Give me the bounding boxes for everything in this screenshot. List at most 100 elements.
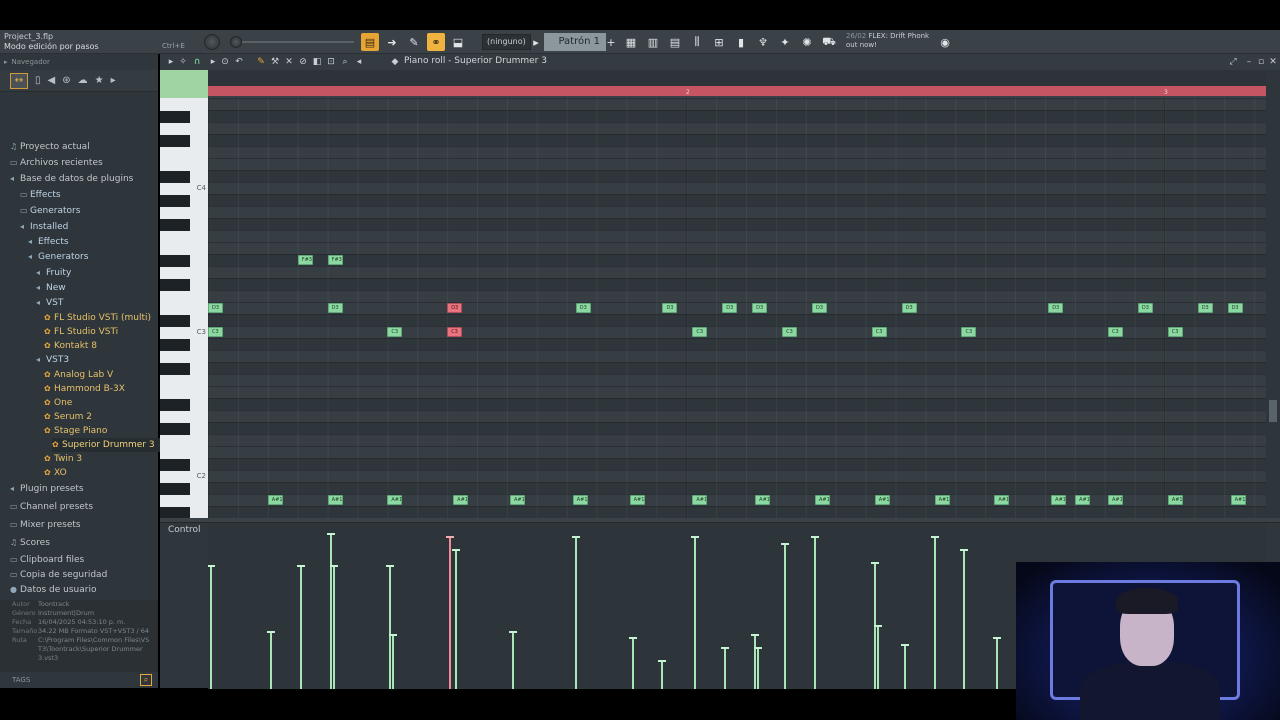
velocity-bar[interactable] — [873, 624, 882, 689]
midi-note[interactable]: A#1 — [934, 495, 950, 505]
midi-note[interactable]: F#3 — [327, 255, 343, 265]
velocity-bar[interactable] — [781, 542, 790, 689]
velocity-bar[interactable] — [571, 536, 580, 689]
plugin-icon[interactable]: ▮ — [732, 33, 750, 51]
velocity-bar[interactable] — [993, 637, 1002, 689]
file-icon[interactable]: ▯ — [35, 75, 41, 86]
midi-note[interactable]: A#1 — [692, 495, 708, 505]
velocity-bar[interactable] — [389, 634, 398, 689]
velocity-bar[interactable] — [930, 536, 939, 689]
add-pattern-icon[interactable]: + — [605, 33, 617, 51]
velocity-bar[interactable] — [266, 631, 275, 689]
midi-note[interactable]: D3 — [208, 303, 223, 313]
midi-note[interactable]: A#1 — [1107, 495, 1123, 505]
slice-icon[interactable]: ◧ — [312, 57, 322, 67]
globe-icon[interactable]: ◉ — [936, 33, 954, 51]
zoom-icon[interactable]: ⌕ — [340, 57, 350, 67]
midi-note[interactable]: D3 — [1048, 303, 1064, 313]
next-icon[interactable]: ➜ — [383, 33, 401, 51]
undo-icon[interactable]: ↶ — [234, 57, 244, 67]
maximize-icon[interactable]: ▫ — [1256, 57, 1266, 67]
midi-note[interactable]: D3 — [1137, 303, 1153, 313]
tuner-icon[interactable]: ♆ — [754, 33, 772, 51]
midi-note[interactable]: D3 — [327, 303, 343, 313]
all-icon[interactable]: ↔ — [10, 72, 28, 89]
browser-item[interactable]: ◂ Generators — [28, 250, 88, 264]
midi-note[interactable]: D3 — [752, 303, 768, 313]
vertical-scrollbar[interactable] — [1266, 70, 1280, 518]
midi-note[interactable]: D3 — [662, 303, 678, 313]
midi-note[interactable]: C3 — [782, 327, 798, 337]
news-panel[interactable]: 26/02 FLEX: Drift Phonk out now! — [846, 32, 929, 50]
tempo-slider[interactable] — [242, 41, 354, 43]
browser-item[interactable]: ▭ Mixer presets — [10, 518, 81, 532]
black-key[interactable] — [160, 339, 190, 351]
browser-item[interactable]: ✿ Serum 2 — [44, 410, 92, 424]
mixer-icon[interactable]: ⫼ — [688, 33, 706, 51]
velocity-bar[interactable] — [452, 548, 461, 689]
black-key[interactable] — [160, 315, 190, 327]
velocity-bar[interactable] — [296, 564, 305, 689]
piano-keyboard[interactable]: C4 C3 C2 — [160, 98, 208, 518]
mute-icon[interactable]: ⊘ — [298, 57, 308, 67]
browser-item[interactable]: ◂ Plugin presets — [10, 482, 84, 496]
browser-item[interactable]: ✿ Analog Lab V — [44, 368, 113, 382]
pencil-icon[interactable]: ✎ — [256, 57, 266, 67]
channel-icon[interactable]: ◆ — [390, 57, 400, 67]
browser-item[interactable]: ◂ Installed — [20, 220, 68, 234]
tools-icon[interactable]: ✧ — [178, 57, 188, 67]
pattern-selector[interactable]: Patrón 1 — [544, 33, 606, 51]
midi-note[interactable]: C3 — [447, 327, 463, 337]
browser-item[interactable]: ✿ One — [44, 396, 72, 410]
velocity-bar[interactable] — [658, 659, 667, 689]
select-icon[interactable]: ⊡ — [326, 57, 336, 67]
speaker-icon[interactable]: ◂ — [354, 57, 364, 67]
midi-note[interactable]: A#1 — [1230, 495, 1246, 505]
note-grid[interactable]: F#3 F#3 D3 D3 D3 D3 D3 D3 D3 D3 D3 D3 D3 D3 D3 C3 C3 C3 C3… — [208, 98, 1266, 518]
playlist-icon[interactable]: ▦ — [622, 33, 640, 51]
stamp-icon[interactable]: ⬓ — [449, 33, 467, 51]
browser-item[interactable]: ▭ Clipboard files — [10, 553, 84, 567]
browser-item[interactable]: ▭ Generators — [20, 204, 80, 218]
browser-item[interactable]: ▭ Channel presets — [10, 500, 93, 514]
midi-note[interactable]: D3 — [1197, 303, 1213, 313]
midi-note[interactable]: A#1 — [1167, 495, 1183, 505]
black-key[interactable] — [160, 279, 190, 291]
midi-note[interactable]: A#1 — [267, 495, 283, 505]
pattern-mode-select[interactable]: (ninguno) — [482, 34, 531, 50]
black-key[interactable] — [160, 255, 190, 267]
channel-rack-icon[interactable]: ▥ — [644, 33, 662, 51]
black-key[interactable] — [160, 423, 190, 435]
black-key[interactable] — [160, 135, 190, 147]
pencil-icon[interactable]: ✎ — [405, 33, 423, 51]
velocity-bar[interactable] — [751, 634, 760, 689]
search-icon[interactable]: ⌕ — [140, 674, 152, 686]
midi-note[interactable]: D3 — [901, 303, 917, 313]
browser-item[interactable]: ✿ Kontakt 8 — [44, 339, 97, 353]
black-key[interactable] — [160, 399, 190, 411]
browser-item[interactable]: ✿ Stage Piano — [44, 424, 107, 438]
black-key[interactable] — [160, 363, 190, 375]
midi-note[interactable]: D3 — [1227, 303, 1243, 313]
browser-item[interactable]: ◂ Fruity — [36, 266, 71, 280]
magnet-icon[interactable]: ∩ — [192, 57, 202, 67]
browser-item[interactable]: ▭ Archivos recientes — [10, 156, 103, 170]
cloud-icon[interactable]: ☁ — [78, 75, 88, 86]
velocity-bar[interactable] — [329, 564, 338, 689]
star-icon[interactable]: ★ — [95, 75, 104, 86]
link-icon[interactable]: ⚭ — [427, 33, 445, 51]
master-pitch-knob[interactable] — [230, 36, 242, 48]
typing-keyboard-button[interactable]: ▤ — [361, 33, 379, 51]
browser-item[interactable]: ● Datos de usuario — [10, 583, 96, 597]
close-icon[interactable]: ✕ — [1268, 57, 1278, 67]
midi-note[interactable]: A#1 — [572, 495, 588, 505]
velocity-bar[interactable] — [960, 548, 969, 689]
browser-item[interactable]: ◂ Base de datos de plugins — [10, 172, 133, 186]
midi-note[interactable]: C3 — [1107, 327, 1123, 337]
midi-note[interactable]: D3 — [575, 303, 591, 313]
browser-icon[interactable]: ⊞ — [710, 33, 728, 51]
sync-icon[interactable]: ⊛ — [62, 75, 70, 86]
black-key[interactable] — [160, 459, 190, 471]
velocity-bar[interactable] — [208, 564, 215, 689]
midi-note[interactable]: A#1 — [1075, 495, 1091, 505]
